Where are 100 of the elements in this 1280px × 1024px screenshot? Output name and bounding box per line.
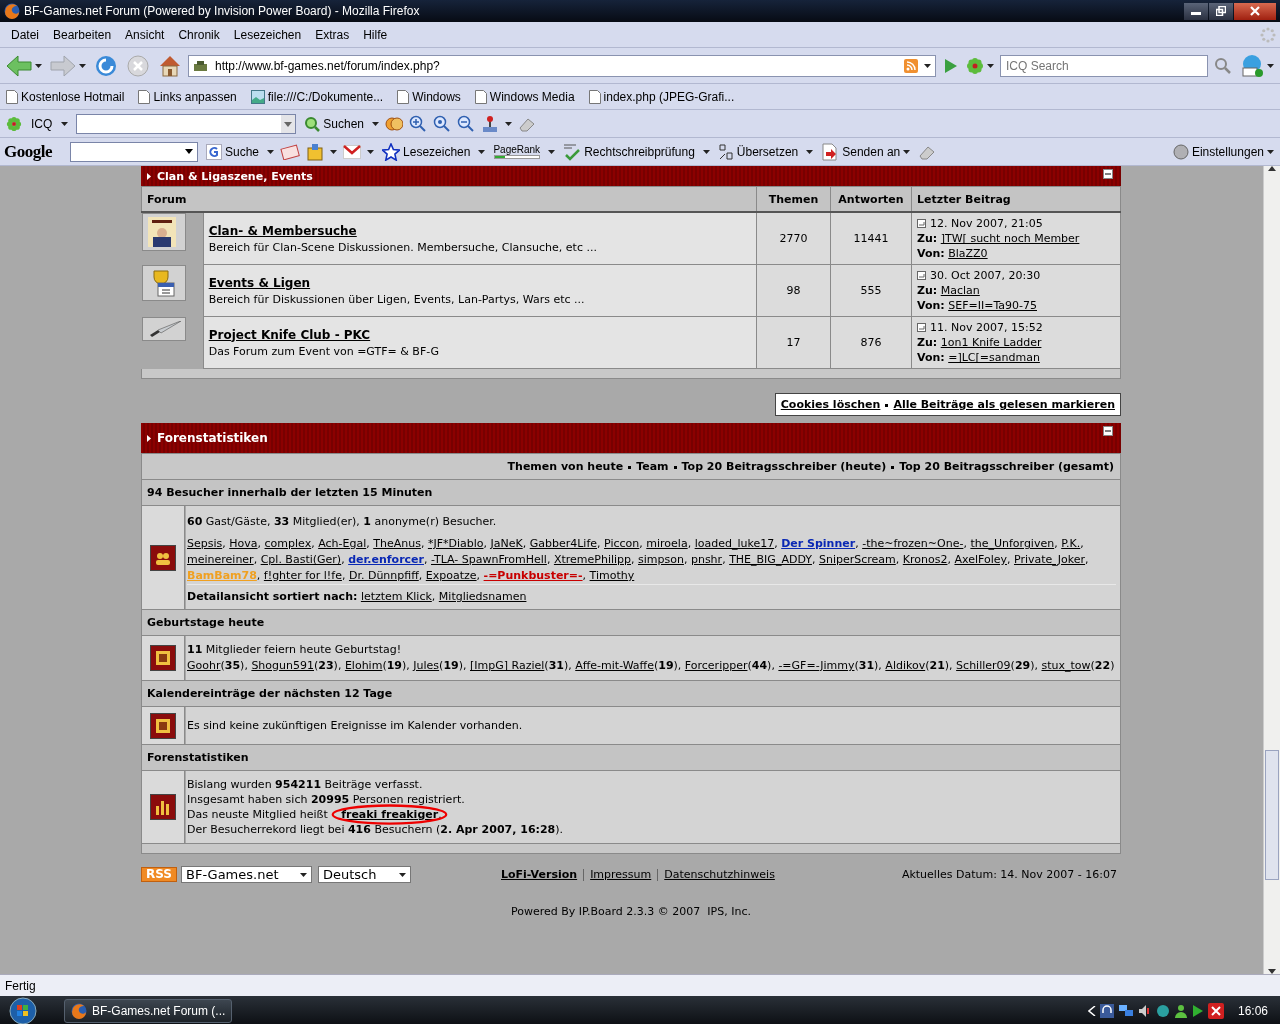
member-link[interactable]: *JF*Diablo bbox=[427, 537, 484, 550]
footer-link[interactable]: LoFi-Version bbox=[501, 868, 578, 881]
minimize-button[interactable] bbox=[1184, 2, 1208, 20]
member-link[interactable]: pnshr bbox=[690, 553, 723, 566]
bookmarks-button[interactable]: Lesezeichen bbox=[380, 142, 473, 161]
settings-button[interactable]: Einstellungen bbox=[1170, 143, 1276, 160]
member-link[interactable]: P.K. bbox=[1061, 537, 1081, 550]
member-link[interactable]: AxelFoley bbox=[954, 553, 1007, 566]
menu-item[interactable]: Bearbeiten bbox=[46, 27, 119, 42]
member-link[interactable]: Jules bbox=[413, 659, 440, 672]
back-button[interactable] bbox=[4, 54, 44, 77]
bookmark-item[interactable]: Windows Media bbox=[472, 89, 577, 104]
topic-link[interactable]: Maclan bbox=[940, 284, 980, 297]
menu-item[interactable]: Chronik bbox=[171, 27, 227, 42]
language-select[interactable]: Deutsch bbox=[318, 866, 411, 883]
author-link[interactable]: BlaZZ0 bbox=[948, 247, 988, 260]
menu-item[interactable]: Lesezeichen bbox=[226, 27, 309, 42]
member-link[interactable]: loaded_luke17 bbox=[694, 537, 775, 550]
mark-read-link[interactable]: Alle Beiträge als gelesen markieren bbox=[893, 398, 1115, 411]
menu-item[interactable]: Ansicht bbox=[118, 27, 172, 42]
member-link[interactable]: Timothy bbox=[589, 569, 635, 582]
sort-link[interactable]: letztem Klick bbox=[360, 590, 432, 603]
member-link[interactable]: Forceripper bbox=[684, 659, 748, 672]
member-link[interactable]: JaNeK bbox=[490, 537, 523, 550]
topic-link[interactable]: 1on1 Knife Ladder bbox=[940, 336, 1042, 349]
forum-description: Das Forum zum Event von =GTF= & BF-G bbox=[208, 344, 440, 358]
icq-search-button[interactable]: Suchen bbox=[302, 115, 367, 132]
icq-menu-button[interactable]: ICQ bbox=[4, 115, 71, 132]
member-link[interactable]: SniperScream bbox=[818, 553, 896, 566]
list-separator: , bbox=[341, 553, 346, 566]
sort-link[interactable]: Mitgliedsnamen bbox=[438, 590, 527, 603]
member-link[interactable]: simpson bbox=[638, 553, 684, 566]
author-link[interactable]: =]LC[=sandman bbox=[948, 351, 1040, 364]
search-engine-button[interactable] bbox=[964, 56, 996, 75]
member-link[interactable]: Goohr bbox=[187, 659, 221, 672]
spellcheck-button[interactable]: Rechtschreibprüfung bbox=[561, 142, 697, 161]
member-link[interactable]: Der Spinner bbox=[781, 537, 856, 550]
bookmark-item[interactable]: Links anpassen bbox=[136, 89, 239, 104]
member-link[interactable]: [ImpG] Raziel bbox=[470, 659, 545, 672]
skin-select[interactable]: BF-Games.net bbox=[181, 866, 312, 883]
member-link[interactable]: -=Punkbuster=- bbox=[483, 569, 583, 582]
member-link[interactable]: Private_Joker bbox=[1014, 553, 1086, 566]
translate-button[interactable]: Übersetzen bbox=[715, 142, 801, 161]
stats-link[interactable]: Team bbox=[636, 460, 669, 473]
close-button[interactable] bbox=[1234, 2, 1276, 20]
author-link[interactable]: SEF=II=Ta90-75 bbox=[948, 299, 1037, 312]
member-link[interactable]: THE_BIG_ADDY bbox=[729, 553, 812, 566]
delete-cookies-link[interactable]: Cookies löschen bbox=[780, 398, 881, 411]
scroll-thumb[interactable] bbox=[1265, 750, 1279, 880]
menu-item[interactable]: Datei bbox=[4, 27, 46, 42]
member-link[interactable]: -=GF=-Jimmy bbox=[778, 659, 855, 672]
member-link[interactable]: der.enforcer bbox=[348, 553, 424, 566]
scrollbar[interactable] bbox=[1263, 166, 1280, 974]
send-button[interactable]: Senden an bbox=[819, 142, 913, 161]
topic-link[interactable]: ]TW[ sucht noch Member bbox=[940, 232, 1080, 245]
member-link[interactable]: XtremePhilipp bbox=[553, 553, 631, 566]
address-field[interactable]: http://www.bf-games.net/forum/index.php? bbox=[188, 54, 936, 77]
newest-member-link[interactable]: freaki freakiger bbox=[341, 808, 439, 821]
stats-link[interactable]: Top 20 Beitragsschreiber (gesamt) bbox=[899, 460, 1114, 473]
footer-link[interactable]: Datenschutzhinweis bbox=[664, 868, 775, 881]
member-link[interactable]: TheAnus bbox=[373, 537, 421, 550]
flower-icon bbox=[6, 115, 22, 132]
bookmark-item[interactable]: Kostenlose Hotmail bbox=[4, 89, 127, 104]
google-search-field[interactable] bbox=[70, 141, 198, 162]
member-link[interactable]: miroela bbox=[646, 537, 688, 550]
forum-link[interactable]: Project Knife Club - PKC bbox=[208, 327, 751, 342]
menu-item[interactable]: Extras bbox=[308, 27, 357, 42]
footer-link[interactable]: Impressum bbox=[590, 868, 652, 881]
member-link[interactable]: Elohim bbox=[344, 659, 383, 672]
member-link[interactable]: Expoatze bbox=[425, 569, 477, 582]
member-link[interactable]: -TLA- SpawnFromHell bbox=[431, 553, 547, 566]
bookmark-item[interactable]: index.php (JPEG-Grafi... bbox=[586, 89, 737, 104]
category-title[interactable]: Clan & Ligaszene, Events bbox=[157, 169, 313, 183]
member-link[interactable]: Hova bbox=[229, 537, 258, 550]
member-link[interactable]: f!ghter for l!fe bbox=[263, 569, 342, 582]
taskbar-button[interactable]: BF-Games.net Forum (... bbox=[64, 999, 233, 1023]
member-link[interactable]: Shogun591 bbox=[251, 659, 314, 672]
menu-item[interactable]: Hilfe bbox=[356, 27, 395, 42]
icq-search-field[interactable] bbox=[76, 113, 297, 134]
member-link[interactable]: Dr. Dünnpfiff bbox=[348, 569, 419, 582]
forum-link[interactable]: Events & Ligen bbox=[208, 275, 751, 290]
member-link[interactable]: Schiller09 bbox=[956, 659, 1011, 672]
member-link[interactable]: Cpl. Basti(Ger) bbox=[260, 553, 342, 566]
member-link[interactable]: Gabber4Life bbox=[529, 537, 598, 550]
google-search-button[interactable]: Suche bbox=[204, 143, 262, 160]
forum-link[interactable]: Clan- & Membersuche bbox=[208, 223, 751, 238]
search-field[interactable]: ICQ Search bbox=[1000, 54, 1208, 77]
member-link[interactable]: meinereiner bbox=[187, 553, 254, 566]
member-link[interactable]: Aldikov bbox=[885, 659, 926, 672]
caret-icon bbox=[330, 149, 338, 154]
replies-count: 11441 bbox=[830, 212, 912, 265]
bookmark-item[interactable]: Windows bbox=[395, 89, 463, 104]
member-link[interactable]: Affe-mit-Waffe bbox=[575, 659, 654, 672]
restore-button[interactable] bbox=[1209, 2, 1233, 20]
member-link[interactable]: stux_tow bbox=[1041, 659, 1091, 672]
stop-button[interactable] bbox=[124, 53, 152, 78]
bookmark-item[interactable]: file:///C:/Dokumente... bbox=[248, 89, 386, 104]
pagerank-button[interactable]: PageRank bbox=[491, 144, 543, 159]
stats-link[interactable]: Top 20 Beitragsschreiber (heute) bbox=[681, 460, 887, 473]
stats-link[interactable]: Themen von heute bbox=[507, 460, 624, 473]
